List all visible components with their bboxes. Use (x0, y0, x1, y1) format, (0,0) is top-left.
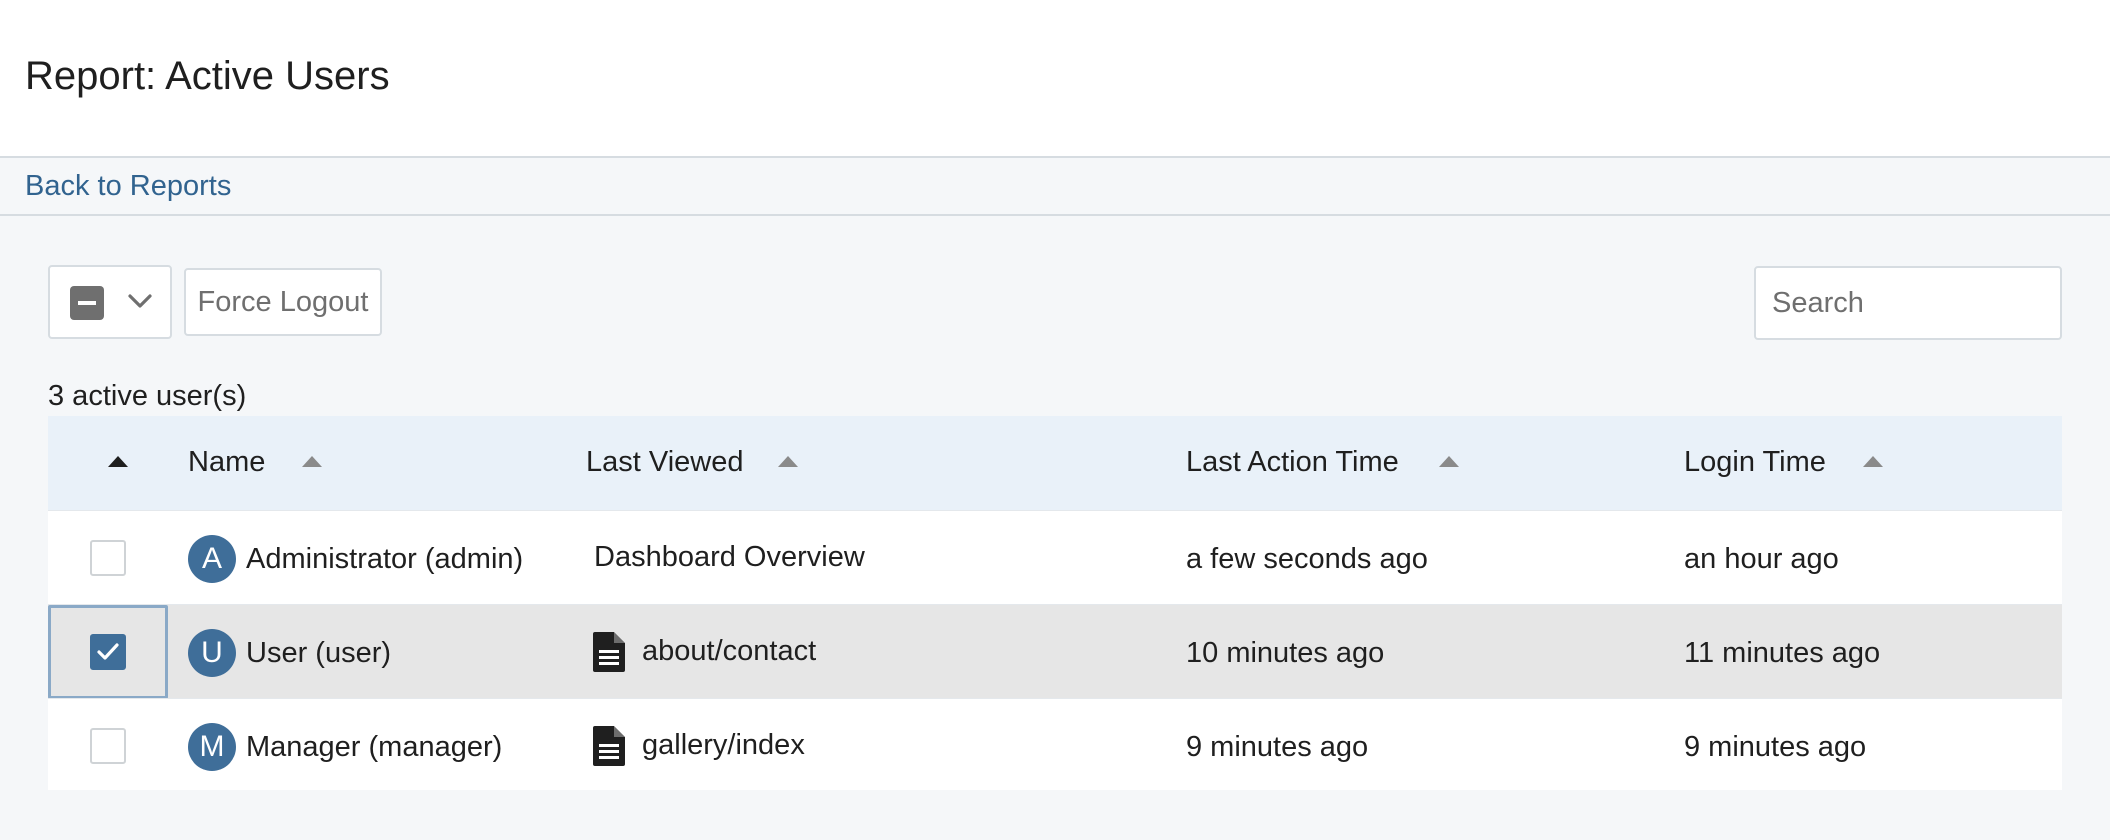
sort-arrow-icon[interactable] (108, 456, 128, 467)
chevron-down-icon (128, 294, 152, 308)
row-checkbox[interactable] (90, 540, 126, 576)
active-users-table: Name Last Viewed Last Action Time Login … (48, 416, 2062, 790)
row-select-cell[interactable] (48, 699, 168, 793)
sort-arrow-icon[interactable] (302, 456, 322, 467)
force-logout-button[interactable]: Force Logout (184, 268, 382, 336)
last-viewed[interactable]: about/contact (642, 635, 816, 668)
login-time: 9 minutes ago (1684, 731, 1867, 763)
sort-arrow-icon[interactable] (1439, 456, 1459, 467)
last-viewed: Dashboard Overview (594, 541, 865, 573)
user-name: Administrator (admin) (246, 543, 524, 575)
column-header-login-time[interactable]: Login Time (1684, 446, 1826, 479)
sort-arrow-icon[interactable] (1863, 456, 1883, 467)
user-name: Manager (manager) (246, 731, 503, 763)
last-viewed[interactable]: gallery/index (642, 729, 805, 762)
row-select-cell[interactable] (48, 511, 168, 605)
avatar: A (188, 535, 236, 583)
last-action-time: 9 minutes ago (1186, 731, 1369, 763)
avatar: U (188, 629, 236, 677)
document-icon (593, 632, 625, 672)
checkmark-icon (97, 643, 119, 660)
table-row[interactable]: M Manager (manager) gallery/index 9 minu… (48, 698, 2062, 792)
breadcrumb: Back to Reports (0, 158, 2110, 216)
search-input[interactable] (1754, 266, 2062, 340)
sort-arrow-icon[interactable] (778, 456, 798, 467)
table-row[interactable]: A Administrator (admin) Dashboard Overvi… (48, 510, 2062, 604)
page-header: Report: Active Users (0, 0, 2110, 158)
row-checkbox[interactable] (90, 728, 126, 764)
table-header: Name Last Viewed Last Action Time Login … (48, 416, 2062, 510)
login-time: an hour ago (1684, 543, 1839, 575)
partial-select-icon (70, 286, 104, 320)
last-action-time: a few seconds ago (1186, 543, 1428, 575)
back-to-reports-link[interactable]: Back to Reports (25, 170, 231, 203)
row-select-cell[interactable] (48, 605, 168, 699)
bulk-select-dropdown[interactable] (48, 265, 172, 339)
column-header-last-viewed[interactable]: Last Viewed (586, 446, 743, 479)
active-user-count: 3 active user(s) (48, 380, 247, 412)
last-action-time: 10 minutes ago (1186, 637, 1385, 669)
document-icon (593, 726, 625, 766)
page-title: Report: Active Users (25, 54, 390, 98)
avatar: M (188, 723, 236, 771)
column-header-last-action-time[interactable]: Last Action Time (1186, 446, 1399, 479)
row-checkbox[interactable] (90, 634, 126, 670)
user-name: User (user) (246, 637, 392, 669)
table-row[interactable]: U User (user) about/contact 10 minutes a… (48, 604, 2062, 699)
login-time: 11 minutes ago (1684, 637, 1881, 669)
column-header-name[interactable]: Name (188, 446, 265, 479)
